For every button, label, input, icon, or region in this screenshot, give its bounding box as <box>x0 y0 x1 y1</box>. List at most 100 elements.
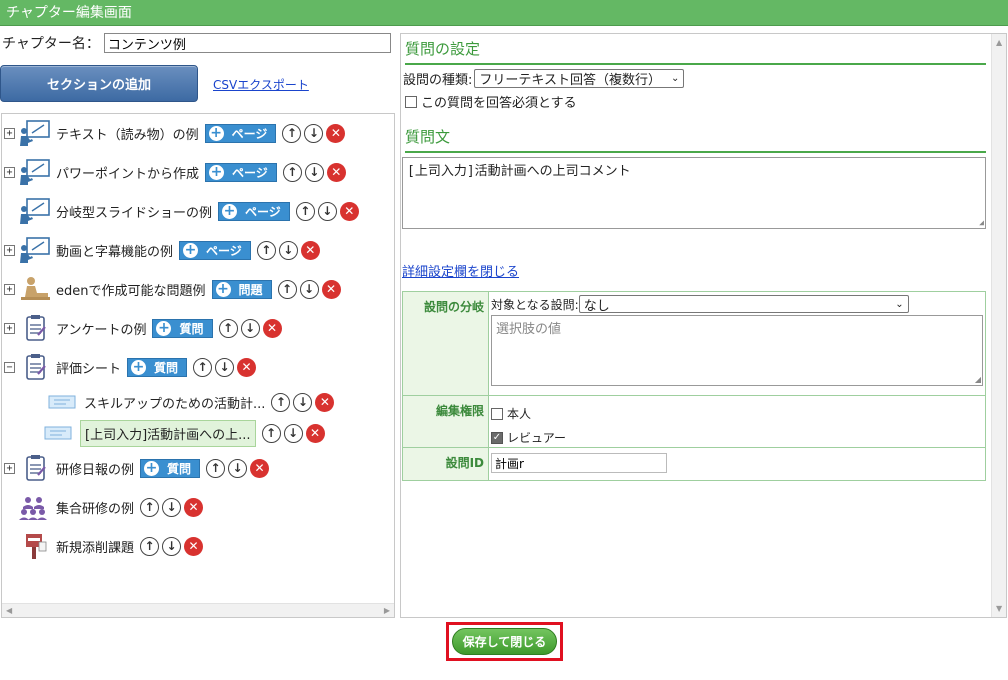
presentation-icon <box>18 236 52 264</box>
tree-item-label[interactable]: 新規添削課題 <box>56 537 134 556</box>
add-child-button[interactable]: + 質問 <box>127 357 188 377</box>
scroll-right-icon[interactable]: ▶ <box>384 606 390 615</box>
scroll-down-icon[interactable]: ▼ <box>996 604 1002 613</box>
move-up-icon[interactable]: ↑ <box>277 279 297 299</box>
collapse-icon[interactable]: − <box>4 361 15 373</box>
add-section-button[interactable]: セクションの追加 <box>0 65 198 102</box>
tree-item-label[interactable]: 動画と字幕機能の例 <box>56 241 173 260</box>
right-vertical-scrollbar[interactable]: ▲ ▼ <box>991 34 1006 617</box>
question-type-label: 設問の種類: <box>403 73 473 88</box>
toggle-detail-link[interactable]: 詳細設定欄を閉じる <box>402 261 519 280</box>
add-child-button[interactable]: + 質問 <box>152 318 213 338</box>
perm-reviewer-checkbox[interactable]: ✓ <box>491 431 503 444</box>
expand-icon[interactable]: + <box>4 283 15 295</box>
expand-icon[interactable]: + <box>4 166 15 178</box>
move-down-icon[interactable]: ↓ <box>299 279 319 299</box>
delete-icon[interactable]: ✕ <box>321 279 341 299</box>
delete-icon[interactable]: ✕ <box>339 201 359 221</box>
move-down-icon[interactable]: ↓ <box>240 318 260 338</box>
delete-icon[interactable]: ✕ <box>237 357 257 377</box>
delete-icon[interactable]: ✕ <box>326 123 346 143</box>
move-down-icon[interactable]: ↓ <box>283 423 303 443</box>
tree-item-label[interactable]: スキルアップのための活動計... <box>84 393 265 412</box>
delete-icon[interactable]: ✕ <box>184 497 204 517</box>
expand-icon[interactable]: + <box>4 462 15 474</box>
delete-icon[interactable]: ✕ <box>300 240 320 260</box>
move-down-icon[interactable]: ↓ <box>304 162 324 182</box>
move-up-icon[interactable]: ↑ <box>271 392 291 412</box>
question-text-value: [上司入力]活動計画への上司コメント <box>407 164 631 179</box>
add-child-button[interactable]: + ページ <box>204 123 277 143</box>
tree-item-label[interactable]: [上司入力]活動計画への上... <box>80 419 256 447</box>
scroll-up-icon[interactable]: ▲ <box>996 38 1002 47</box>
presentation-icon <box>18 158 52 186</box>
move-up-icon[interactable]: ↑ <box>140 497 160 517</box>
window-title-bar: チャプター編集画面 <box>0 0 1008 26</box>
move-up-icon[interactable]: ↑ <box>256 240 276 260</box>
move-down-icon[interactable]: ↓ <box>228 458 248 478</box>
desk-person-icon <box>18 275 52 303</box>
add-child-label: 問題 <box>238 282 263 297</box>
move-up-icon[interactable]: ↑ <box>140 536 160 556</box>
move-down-icon[interactable]: ↓ <box>304 123 324 143</box>
group-icon <box>18 493 52 521</box>
scroll-left-icon[interactable]: ◀ <box>6 606 12 615</box>
add-child-button[interactable]: + ページ <box>205 162 277 182</box>
question-id-input[interactable] <box>491 453 667 473</box>
tree-horizontal-scrollbar[interactable]: ◀ ▶ <box>2 603 394 617</box>
question-type-select[interactable]: フリーテキスト回答（複数行） ⌄ <box>474 69 685 88</box>
move-down-icon[interactable]: ↓ <box>215 357 235 377</box>
csv-export-link[interactable]: CSVエクスポート <box>213 76 309 93</box>
choice-value-input[interactable]: 選択肢の値 ◢ <box>491 315 983 386</box>
save-and-close-button[interactable]: 保存して閉じる <box>452 628 557 655</box>
move-up-icon[interactable]: ↑ <box>193 357 213 377</box>
resize-handle-icon[interactable]: ◢ <box>979 218 984 227</box>
move-up-icon[interactable]: ↑ <box>295 201 315 221</box>
tree-item-label[interactable]: 研修日報の例 <box>56 459 134 478</box>
required-row: この質問を回答必須とする <box>405 92 577 111</box>
move-up-icon[interactable]: ↑ <box>282 162 302 182</box>
presentation-icon <box>18 197 52 225</box>
target-question-select[interactable]: なし ⌄ <box>578 295 909 314</box>
move-down-icon[interactable]: ↓ <box>293 392 313 412</box>
tree-row: + 動画と字幕機能の例 + ページ ↑ ↓ ✕ <box>4 237 320 263</box>
expand-icon[interactable]: + <box>4 127 15 139</box>
delete-icon[interactable]: ✕ <box>250 458 270 478</box>
question-text-heading: 質問文 <box>405 126 986 153</box>
add-child-label: 質問 <box>154 360 179 375</box>
move-up-icon[interactable]: ↑ <box>261 423 281 443</box>
delete-icon[interactable]: ✕ <box>262 318 282 338</box>
tree-item-label[interactable]: 評価シート <box>56 358 121 377</box>
expand-icon[interactable]: + <box>4 322 15 334</box>
delete-icon[interactable]: ✕ <box>184 536 204 556</box>
move-up-icon[interactable]: ↑ <box>206 458 226 478</box>
move-up-icon[interactable]: ↑ <box>282 123 302 143</box>
resize-handle-icon[interactable]: ◢ <box>975 375 981 384</box>
expand-icon[interactable]: + <box>4 244 15 256</box>
tree-item-label[interactable]: edenで作成可能な問題例 <box>56 280 206 299</box>
tree-item-label[interactable]: 集合研修の例 <box>56 498 134 517</box>
question-text-input[interactable]: [上司入力]活動計画への上司コメント ◢ <box>402 157 986 229</box>
delete-icon[interactable]: ✕ <box>315 392 335 412</box>
chapter-name-input[interactable] <box>103 33 391 53</box>
move-down-icon[interactable]: ↓ <box>162 497 182 517</box>
perm-self-checkbox[interactable] <box>491 407 503 420</box>
add-child-button[interactable]: + ページ <box>218 201 290 221</box>
tree-item-label[interactable]: テキスト（読み物）の例 <box>56 124 199 143</box>
delete-icon[interactable]: ✕ <box>326 162 346 182</box>
tree-item-label[interactable]: 分岐型スライドショーの例 <box>56 202 212 221</box>
required-label: この質問を回答必須とする <box>421 96 577 111</box>
section-tree: + テキスト（読み物）の例 + ページ ↑ ↓ ✕ + パワーポイントから作成 + ページ ↑ ↓ ✕ 分岐… <box>1 113 395 618</box>
plus-icon: + <box>209 163 225 180</box>
move-down-icon[interactable]: ↓ <box>317 201 337 221</box>
move-up-icon[interactable]: ↑ <box>218 318 238 338</box>
add-child-button[interactable]: + 問題 <box>211 279 272 299</box>
required-checkbox[interactable] <box>405 95 417 108</box>
move-down-icon[interactable]: ↓ <box>278 240 298 260</box>
tree-item-label[interactable]: アンケートの例 <box>56 319 146 338</box>
delete-icon[interactable]: ✕ <box>305 423 325 443</box>
add-child-button[interactable]: + 質問 <box>140 458 201 478</box>
tree-item-label[interactable]: パワーポイントから作成 <box>56 163 199 182</box>
add-child-button[interactable]: + ページ <box>179 240 251 260</box>
move-down-icon[interactable]: ↓ <box>162 536 182 556</box>
